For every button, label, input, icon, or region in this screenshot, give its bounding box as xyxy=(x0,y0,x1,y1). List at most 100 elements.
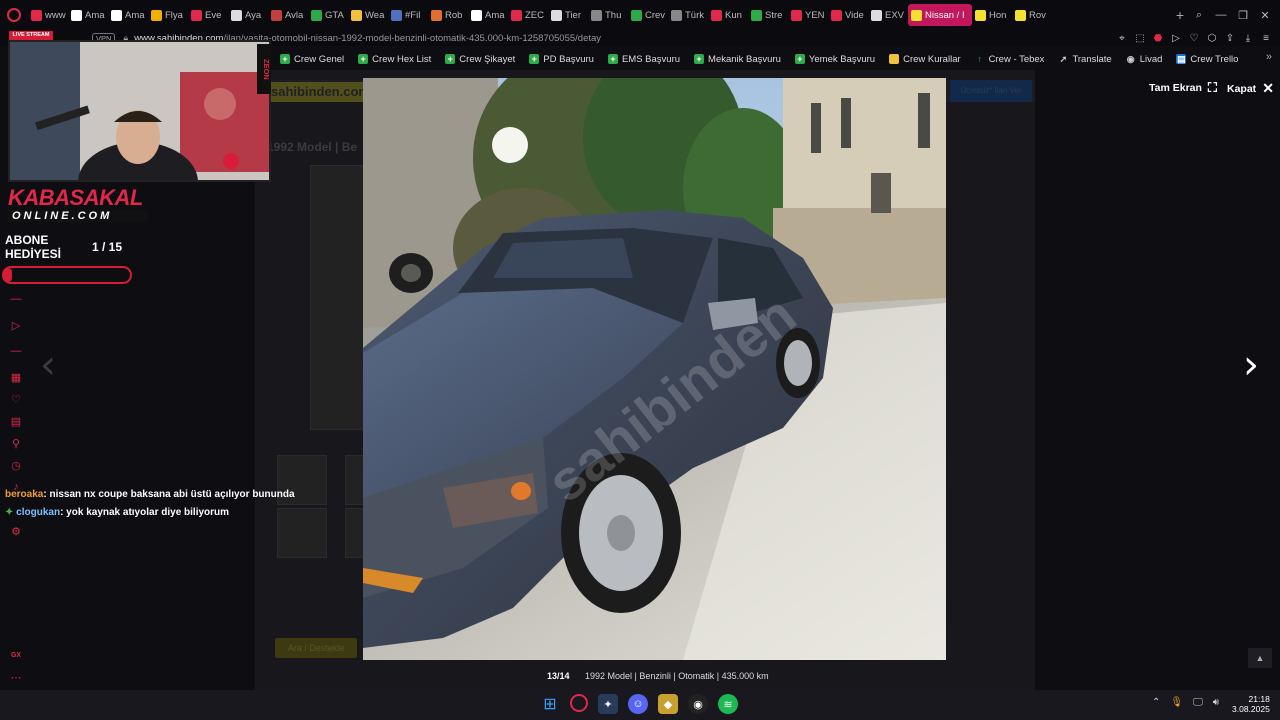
tab[interactable]: ZEC xyxy=(508,4,548,26)
bookmark[interactable]: ↑ Crew - Tebex xyxy=(975,54,1044,65)
sidebar-dash-icon[interactable]: — xyxy=(9,292,23,306)
tab[interactable]: Thu xyxy=(588,4,628,26)
network-icon[interactable]: 🖵︎ xyxy=(1193,697,1203,708)
close-viewer-button[interactable]: Kapat ✕ xyxy=(1227,80,1274,97)
tab[interactable]: Tier xyxy=(548,4,588,26)
opera-menu-button[interactable] xyxy=(0,0,28,30)
restore-button[interactable]: ❐ xyxy=(1234,6,1252,24)
menu-icon[interactable]: ≡ xyxy=(1260,33,1272,44)
listing-photo[interactable]: sahibinden xyxy=(363,78,946,660)
tab[interactable]: Vide xyxy=(828,4,868,26)
sidebar-dash-icon[interactable]: — xyxy=(9,344,23,358)
heart-icon[interactable]: ♡ xyxy=(1188,33,1200,44)
bookmark[interactable]: + Crew Hex List xyxy=(358,54,431,65)
discord-icon[interactable]: ☺ xyxy=(628,694,648,714)
bookmark[interactable]: ➚ Translate xyxy=(1058,54,1112,65)
sidebar-player-icon[interactable]: ▷ xyxy=(9,318,23,332)
url-path: /ilan/vasita-otomobil-nissan-1992-model-… xyxy=(223,32,602,44)
tab[interactable]: Rob xyxy=(428,4,468,26)
tab[interactable]: Rov xyxy=(1012,4,1052,26)
tab[interactable]: Aya xyxy=(228,4,268,26)
sidebar-more-icon[interactable]: ⋯ xyxy=(9,670,23,684)
sidebar-gx-icon[interactable]: GX xyxy=(9,648,23,662)
minimize-button[interactable]: — xyxy=(1212,6,1230,24)
sidebar-settings-icon[interactable]: ⚙ xyxy=(9,524,23,538)
scroll-to-top-button[interactable]: ▲ xyxy=(1248,648,1272,668)
tab[interactable]: Crev xyxy=(628,4,668,26)
bookmark[interactable]: ▤ Crew Trello xyxy=(1176,54,1238,65)
sidebar-heart-icon[interactable]: ♡ xyxy=(9,392,23,406)
close-window-button[interactable]: ✕ xyxy=(1256,6,1274,24)
tab-favicon-icon xyxy=(191,9,202,21)
bookmark[interactable]: Crew Kurallar xyxy=(889,54,961,65)
tab-label: ZEC xyxy=(525,9,544,21)
tab[interactable]: Stre xyxy=(748,4,788,26)
tab[interactable]: Wea xyxy=(348,4,388,26)
tab[interactable]: Ama xyxy=(68,4,108,26)
tab[interactable]: Ama xyxy=(468,4,508,26)
publish-listing-button[interactable]: Ücretsiz* İlan Ver xyxy=(950,80,1032,102)
tab[interactable]: Flya xyxy=(148,4,188,26)
support-button[interactable]: Ara / Destekle xyxy=(275,638,357,658)
bookmark[interactable]: + PD Başvuru xyxy=(529,54,594,65)
windows-start-icon[interactable]: ⊞ xyxy=(540,694,560,714)
tab[interactable]: Ama xyxy=(108,4,148,26)
next-image-arrow[interactable]: › xyxy=(1243,345,1259,385)
tab-label: Türk xyxy=(685,9,704,21)
extensions-icon[interactable]: ⬡ xyxy=(1206,33,1218,44)
tab[interactable]: Kun xyxy=(708,4,748,26)
opera-gx-icon[interactable] xyxy=(570,694,588,712)
tab[interactable]: YEN xyxy=(788,4,828,26)
sidebar-history-icon[interactable]: ◷ xyxy=(9,458,23,472)
bookmark[interactable]: ◉ Livad xyxy=(1126,54,1163,65)
download-icon[interactable]: ⤓ xyxy=(1242,33,1254,44)
share-icon[interactable]: ⇪ xyxy=(1224,33,1236,44)
tab[interactable]: Eve xyxy=(188,4,228,26)
tab[interactable]: #Fil xyxy=(388,4,428,26)
tab-favicon-icon xyxy=(351,9,362,21)
pin-icon[interactable]: ⌖ xyxy=(1116,33,1128,44)
new-tab-button[interactable]: + xyxy=(1170,7,1190,23)
bookmark[interactable]: + Crew Genel xyxy=(280,54,344,65)
tab[interactable]: Nissan / I xyxy=(908,4,972,26)
window-controls: ⌕ — ❐ ✕ xyxy=(1190,6,1280,24)
tab[interactable]: GTA xyxy=(308,4,348,26)
app-4-icon[interactable]: ◆ xyxy=(658,694,678,714)
search-tabs-icon[interactable]: ⌕ xyxy=(1190,6,1208,24)
webcam-feed xyxy=(8,40,271,222)
app-2-icon[interactable]: ✦ xyxy=(598,694,618,714)
system-tray: ⌃ 🎙︎ 🖵︎ 🔊︎ xyxy=(1152,697,1219,708)
tray-chevron-icon[interactable]: ⌃ xyxy=(1152,697,1160,708)
bookmark[interactable]: + Yemek Başvuru xyxy=(794,54,875,65)
fullscreen-button[interactable]: Tam Ekran ⛶ xyxy=(1149,80,1217,96)
bookmark-icon: ◉ xyxy=(1126,54,1135,64)
tab[interactable]: EXV xyxy=(868,4,908,26)
play-icon[interactable]: ▷ xyxy=(1170,33,1182,44)
obs-icon[interactable]: ◉ xyxy=(688,694,708,714)
opera-shield-icon[interactable]: ⬣ xyxy=(1152,33,1164,44)
sidebar-notes-icon[interactable]: ▤ xyxy=(9,414,23,428)
main-image-thumb[interactable] xyxy=(310,165,365,430)
tab-label: Ama xyxy=(85,9,105,21)
bookmark[interactable]: + Mekanik Başvuru xyxy=(694,54,781,65)
tab[interactable]: Avla xyxy=(268,4,308,26)
previous-image-arrow[interactable]: ‹ xyxy=(40,345,56,385)
tab-favicon-icon xyxy=(911,9,922,21)
clock[interactable]: 21:18 3.08.2025 xyxy=(1232,694,1270,714)
spotify-icon[interactable]: ≋ xyxy=(718,694,738,714)
tab[interactable]: www xyxy=(28,4,68,26)
microphone-icon[interactable]: 🎙︎ xyxy=(1170,697,1183,708)
site-logo[interactable]: sahibinden.com xyxy=(265,82,370,102)
screenshot-icon[interactable]: ⬚ xyxy=(1134,33,1146,44)
tab[interactable]: Hon xyxy=(972,4,1012,26)
volume-icon[interactable]: 🔊︎ xyxy=(1213,697,1219,708)
tab[interactable]: Türk xyxy=(668,4,708,26)
bookmark[interactable]: + EMS Başvuru xyxy=(607,54,680,65)
sidebar-apps-icon[interactable]: ▦ xyxy=(9,370,23,384)
address-bar-icons: ⌖ ⬚ ⬣ ▷ ♡ ⬡ ⇪ ⤓ ≡ xyxy=(1116,30,1272,46)
bookmarks-more-icon[interactable]: » xyxy=(1266,51,1272,63)
sidebar-pin-icon[interactable]: ⚲ xyxy=(9,436,23,450)
bookmark[interactable]: + Crew Şikayet xyxy=(445,54,515,65)
tab-favicon-icon xyxy=(31,9,42,21)
chat-username: beroaka xyxy=(5,489,44,500)
